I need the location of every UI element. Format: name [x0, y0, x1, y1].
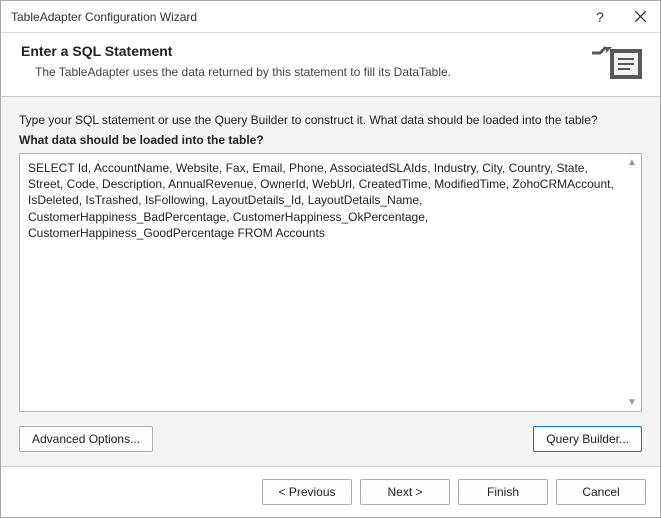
window-title: TableAdapter Configuration Wizard: [11, 10, 580, 24]
page-subtitle: The TableAdapter uses the data returned …: [21, 65, 582, 79]
options-row: Advanced Options... Query Builder...: [19, 426, 642, 452]
instruction-text: Type your SQL statement or use the Query…: [19, 113, 642, 127]
wizard-window: TableAdapter Configuration Wizard ? Ente…: [0, 0, 661, 518]
cancel-button[interactable]: Cancel: [556, 479, 646, 505]
page-title: Enter a SQL Statement: [21, 43, 582, 59]
wizard-header-text: Enter a SQL Statement The TableAdapter u…: [21, 43, 582, 79]
sql-page-icon: [592, 43, 644, 83]
help-icon: ?: [596, 9, 604, 25]
next-button[interactable]: Next >: [360, 479, 450, 505]
prompt-label: What data should be loaded into the tabl…: [19, 133, 642, 147]
query-builder-button[interactable]: Query Builder...: [533, 426, 642, 452]
titlebar: TableAdapter Configuration Wizard ?: [1, 1, 660, 33]
previous-button[interactable]: < Previous: [262, 479, 352, 505]
close-button[interactable]: [620, 1, 660, 33]
wizard-header: Enter a SQL Statement The TableAdapter u…: [1, 33, 660, 97]
wizard-body: Type your SQL statement or use the Query…: [1, 97, 660, 467]
help-button[interactable]: ?: [580, 1, 620, 33]
sql-textarea-wrap: ▲ ▼: [19, 153, 642, 412]
advanced-options-button[interactable]: Advanced Options...: [19, 426, 153, 452]
sql-statement-input[interactable]: [19, 153, 642, 412]
finish-button[interactable]: Finish: [458, 479, 548, 505]
wizard-header-icon: [592, 43, 644, 86]
close-icon: [635, 11, 646, 22]
wizard-footer: < Previous Next > Finish Cancel: [1, 467, 660, 517]
